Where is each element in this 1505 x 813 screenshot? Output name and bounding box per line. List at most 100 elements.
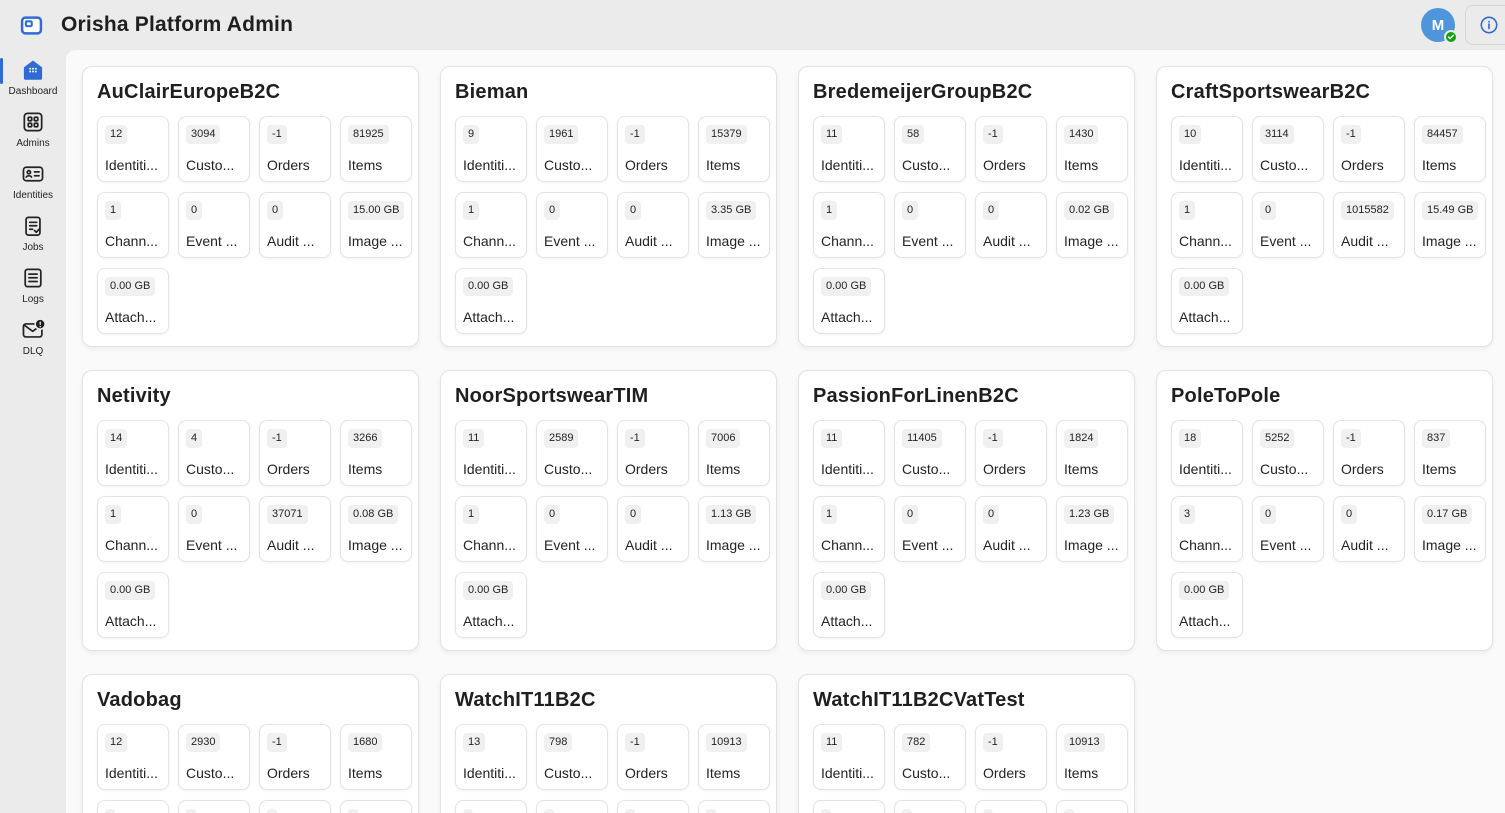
stat-tile[interactable]: 10913 Items [1056, 724, 1128, 790]
stat-tile[interactable]: 0 Audit ... [975, 496, 1047, 562]
stat-tile[interactable]: 84457 Items [1414, 116, 1486, 182]
stat-tile[interactable]: 1680 Items [340, 724, 412, 790]
stat-tile[interactable]: 18 Identiti... [1171, 420, 1243, 486]
stat-tile[interactable]: 837 Items [1414, 420, 1486, 486]
stat-tile[interactable]: 0.08 GB Image ... [340, 496, 412, 562]
stat-tile[interactable]: 15379 Items [698, 116, 770, 182]
stat-tile[interactable] [97, 800, 169, 813]
stat-tile[interactable]: -1 Orders [617, 116, 689, 182]
stat-tile[interactable]: 0 Audit ... [617, 192, 689, 258]
stat-tile[interactable]: 0.00 GB Attach... [455, 268, 527, 334]
stat-tile[interactable]: 7006 Items [698, 420, 770, 486]
stat-tile[interactable]: -1 Orders [1333, 116, 1405, 182]
stat-tile[interactable]: 1 Chann... [813, 496, 885, 562]
stat-tile[interactable]: 0 Event ... [1252, 496, 1324, 562]
stat-tile[interactable]: 0 Event ... [178, 496, 250, 562]
stat-tile[interactable]: -1 Orders [975, 724, 1047, 790]
stat-tile[interactable]: 15.49 GB Image ... [1414, 192, 1486, 258]
stat-tile[interactable]: 0 Event ... [536, 192, 608, 258]
stat-tile[interactable]: 1.23 GB Image ... [1056, 496, 1128, 562]
sidebar-item-dashboard[interactable]: Dashboard [0, 52, 66, 101]
stat-tile[interactable]: 58 Custo... [894, 116, 966, 182]
stat-tile[interactable]: 9 Identiti... [455, 116, 527, 182]
stat-tile[interactable]: -1 Orders [617, 420, 689, 486]
stat-tile[interactable]: 11 Identiti... [813, 420, 885, 486]
stat-tile[interactable]: -1 Orders [975, 116, 1047, 182]
stat-tile[interactable]: 10913 Items [698, 724, 770, 790]
stat-tile[interactable]: 37071 Audit ... [259, 496, 331, 562]
stat-tile[interactable] [536, 800, 608, 813]
stat-tile[interactable] [340, 800, 412, 813]
stat-tile[interactable]: -1 Orders [1333, 420, 1405, 486]
stat-tile[interactable]: 11405 Custo... [894, 420, 966, 486]
stat-tile[interactable]: 2589 Custo... [536, 420, 608, 486]
info-button[interactable] [1465, 5, 1505, 45]
stat-tile[interactable]: 14 Identiti... [97, 420, 169, 486]
stat-tile[interactable]: 1.13 GB Image ... [698, 496, 770, 562]
stat-tile[interactable]: 0.00 GB Attach... [813, 572, 885, 638]
stat-tile[interactable]: -1 Orders [259, 420, 331, 486]
sidebar-item-jobs[interactable]: Jobs [0, 208, 66, 257]
stat-tile[interactable]: 2930 Custo... [178, 724, 250, 790]
stat-tile[interactable]: 0.00 GB Attach... [813, 268, 885, 334]
stat-tile[interactable]: 0 Event ... [1252, 192, 1324, 258]
stat-tile[interactable]: 12 Identiti... [97, 724, 169, 790]
stat-tile[interactable]: 3.35 GB Image ... [698, 192, 770, 258]
stat-tile[interactable] [455, 800, 527, 813]
stat-tile[interactable]: 0 Event ... [178, 192, 250, 258]
sidebar-item-identities[interactable]: Identities [0, 156, 66, 205]
stat-tile[interactable]: 0 Audit ... [259, 192, 331, 258]
stat-tile[interactable] [894, 800, 966, 813]
stat-tile[interactable]: 3114 Custo... [1252, 116, 1324, 182]
stat-tile[interactable]: 1 Chann... [813, 192, 885, 258]
stat-tile[interactable]: 0 Event ... [536, 496, 608, 562]
stat-tile[interactable]: 1 Chann... [455, 496, 527, 562]
stat-tile[interactable]: 0.00 GB Attach... [455, 572, 527, 638]
stat-tile[interactable]: 15.00 GB Image ... [340, 192, 412, 258]
stat-tile[interactable]: 81925 Items [340, 116, 412, 182]
stat-tile[interactable]: -1 Orders [259, 116, 331, 182]
stat-tile[interactable]: 0 Event ... [894, 192, 966, 258]
stat-tile[interactable]: 1961 Custo... [536, 116, 608, 182]
stat-tile[interactable]: 3 Chann... [1171, 496, 1243, 562]
stat-tile[interactable]: 3266 Items [340, 420, 412, 486]
stat-tile[interactable]: 798 Custo... [536, 724, 608, 790]
stat-tile[interactable]: 5252 Custo... [1252, 420, 1324, 486]
stat-tile[interactable]: 1015582 Audit ... [1333, 192, 1405, 258]
stat-tile[interactable]: 10 Identiti... [1171, 116, 1243, 182]
stat-tile[interactable]: 0.00 GB Attach... [97, 572, 169, 638]
stat-tile[interactable]: -1 Orders [259, 724, 331, 790]
stat-tile[interactable]: 0.00 GB Attach... [1171, 268, 1243, 334]
stat-tile[interactable]: 0.00 GB Attach... [97, 268, 169, 334]
stat-tile[interactable]: 0.17 GB Image ... [1414, 496, 1486, 562]
sidebar-item-admins[interactable]: Admins [0, 104, 66, 153]
stat-tile[interactable]: 782 Custo... [894, 724, 966, 790]
stat-tile[interactable]: 11 Identiti... [813, 724, 885, 790]
stat-tile[interactable]: 1 Chann... [97, 192, 169, 258]
stat-tile[interactable]: 0.02 GB Image ... [1056, 192, 1128, 258]
stat-tile[interactable] [1056, 800, 1128, 813]
sidebar-item-logs[interactable]: Logs [0, 260, 66, 309]
stat-tile[interactable]: 1 Chann... [455, 192, 527, 258]
stat-tile[interactable]: 1 Chann... [97, 496, 169, 562]
stat-tile[interactable]: 13 Identiti... [455, 724, 527, 790]
user-avatar[interactable]: M [1421, 8, 1455, 42]
sidebar-item-dlq[interactable]: DLQ [0, 312, 66, 361]
stat-tile[interactable]: 0 Audit ... [1333, 496, 1405, 562]
stat-tile[interactable]: -1 Orders [617, 724, 689, 790]
stat-tile[interactable]: 11 Identiti... [455, 420, 527, 486]
stat-tile[interactable]: 0.00 GB Attach... [1171, 572, 1243, 638]
stat-tile[interactable]: -1 Orders [975, 420, 1047, 486]
stat-tile[interactable] [813, 800, 885, 813]
stat-tile[interactable]: 11 Identiti... [813, 116, 885, 182]
stat-tile[interactable]: 0 Audit ... [617, 496, 689, 562]
stat-tile[interactable]: 1824 Items [1056, 420, 1128, 486]
stat-tile[interactable]: 0 Audit ... [975, 192, 1047, 258]
stat-tile[interactable]: 1 Chann... [1171, 192, 1243, 258]
stat-tile[interactable] [975, 800, 1047, 813]
stat-tile[interactable] [698, 800, 770, 813]
stat-tile[interactable] [259, 800, 331, 813]
stat-tile[interactable]: 0 Event ... [894, 496, 966, 562]
stat-tile[interactable]: 3094 Custo... [178, 116, 250, 182]
stat-tile[interactable]: 4 Custo... [178, 420, 250, 486]
